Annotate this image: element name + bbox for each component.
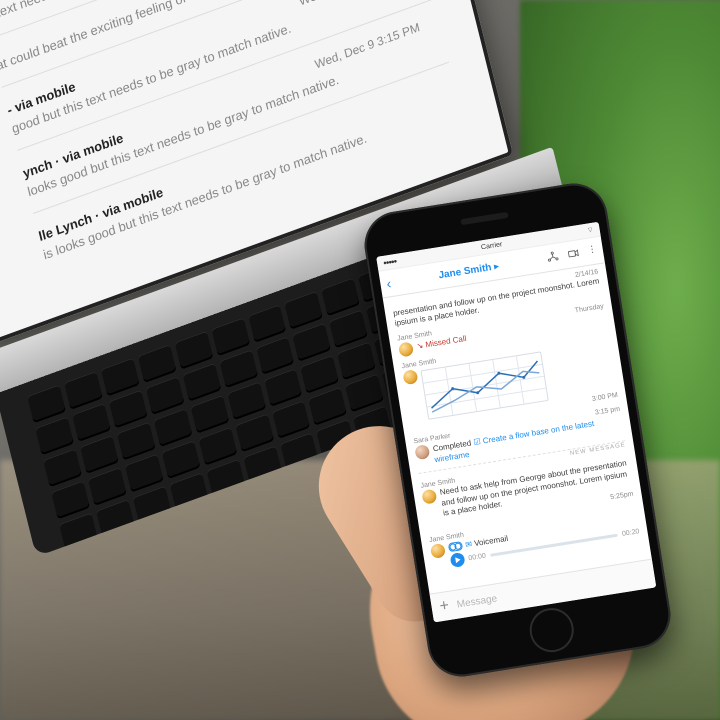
back-button[interactable]: ‹	[385, 275, 392, 292]
attach-button[interactable]: +	[439, 598, 451, 615]
play-button[interactable]	[450, 552, 466, 568]
more-icon[interactable]: ⋮	[587, 243, 598, 259]
video-call-icon[interactable]	[566, 246, 581, 263]
wifi-icon: ⌔	[586, 225, 594, 235]
avatar	[421, 489, 437, 505]
conversation[interactable]: 2/14/16 presentation and follow up on th…	[382, 261, 651, 594]
avatar	[430, 543, 446, 559]
signal-dots-icon	[383, 257, 397, 266]
elapsed-time: 00:00	[468, 553, 486, 563]
voicemail-icon	[448, 542, 463, 553]
scene: Wed, Dec 9 3:15 PMat the exciting feelin…	[0, 0, 720, 720]
share-icon[interactable]	[545, 249, 560, 266]
avatar	[414, 444, 430, 460]
phone-screen: Carrier ⌔ ‹ Jane Smith ⋮	[376, 222, 656, 623]
conversation-title[interactable]: Jane Smith	[438, 260, 500, 280]
avatar	[402, 369, 418, 385]
phone-speaker	[460, 212, 508, 225]
total-time: 00:20	[622, 528, 640, 538]
nav-actions: ⋮	[545, 243, 598, 266]
carrier-label: Carrier	[481, 241, 503, 251]
avatar	[398, 341, 414, 357]
home-button[interactable]	[526, 605, 576, 655]
timestamp: 3:00 PM	[591, 392, 618, 403]
timestamp: 5:25pm	[610, 491, 634, 502]
